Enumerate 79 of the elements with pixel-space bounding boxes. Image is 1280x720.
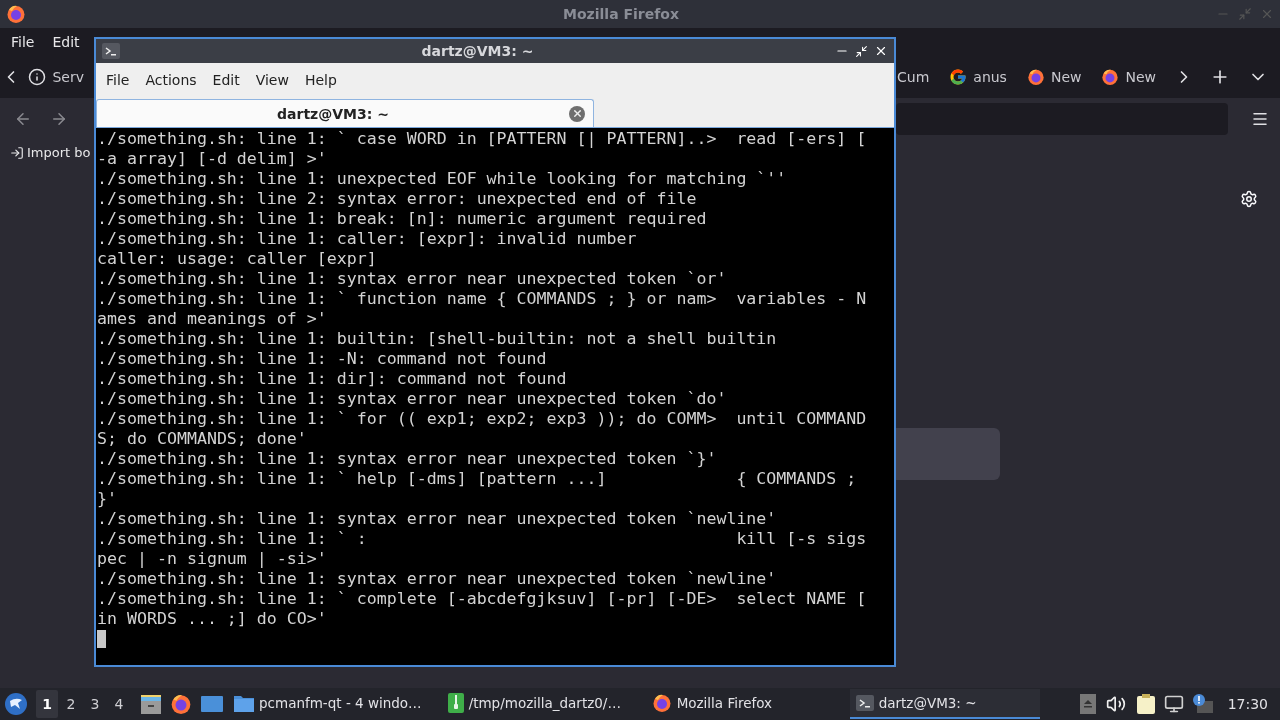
terminal-line: ./something.sh: line 1: ` case WORD in [PATTERN [| PATTERN]..> read [-ers] [ [97,129,868,149]
terminal-icon [102,42,120,60]
menu-item[interactable]: Edit [204,72,248,88]
network-icon[interactable] [1163,694,1184,714]
terminal-line: ./something.sh: line 2: syntax error: unexpected end of file [97,189,698,209]
folder-icon [234,694,254,712]
bookmark-item[interactable]: Import bo [0,145,91,160]
fox-icon [1026,67,1045,86]
forward-icon[interactable] [50,110,68,128]
terminal-line: in WORDS ... ;] do CO>' [97,609,328,629]
desktop-switch[interactable]: 4 [108,690,130,718]
update-alert-icon[interactable] [1191,693,1214,715]
fox-icon [170,693,192,715]
terminal-line: ./something.sh: line 1: break: [n]: numeric argument required [97,209,708,229]
menu-icon[interactable] [1251,110,1269,128]
menu-item[interactable]: Help [296,72,345,88]
start-menu-icon[interactable] [4,692,28,716]
back-icon[interactable] [14,110,32,128]
menu-item[interactable]: Actions [137,72,205,88]
terminal-line: ./something.sh: line 1: -N: command not found [97,349,548,369]
volume-icon[interactable] [1105,694,1126,714]
terminal-line: ./something.sh: line 1: dir]: command not found [97,369,568,389]
menu-item[interactable]: File [98,72,138,88]
terminal-line: ./something.sh: line 1: ` function name { COMMANDS ; } or nam> variables - N [97,289,868,309]
info-icon [28,67,47,86]
show-desktop-icon[interactable] [200,694,224,714]
desktop-switch[interactable]: 3 [84,690,106,718]
terminal-line: ./something.sh: line 1: ` complete [-abcdefgjksuv] [-pr] [-DE> select NAME [ [97,589,868,609]
menu-item[interactable]: Edit [43,33,89,50]
terminal-line: ./something.sh: line 1: ` for (( exp1; exp2; exp3 )); do COMM> until COMMAND [97,409,868,429]
menu-item[interactable]: File [2,33,44,50]
terminal-line: ./something.sh: line 1: syntax error near unexpected token `do' [97,389,728,409]
window-title: Mozilla Firefox [563,6,679,22]
terminal-line: caller: usage: caller [expr] [97,249,378,269]
restore-icon[interactable] [855,44,868,58]
taskbar-button[interactable]: dartz@VM3: ~ [849,689,1040,719]
terminal-line: ames and meanings of >' [97,309,328,329]
browser-tab[interactable]: New [1016,67,1092,86]
menu-item[interactable]: View [247,72,297,88]
terminal-line: pec | -n signum | -si>' [97,549,328,569]
window-title: dartz@VM3: ~ [420,43,535,59]
taskbar-button[interactable]: Mozilla Firefox [645,689,836,719]
settings-icon[interactable] [1240,190,1258,208]
terminal-line: ./something.sh: line 1: caller: [expr]: invalid number [97,229,638,249]
address-field[interactable] [896,103,1228,135]
terminal-line: ./something.sh: line 1: ` help [-dms] [pattern ...] { COMMANDS ; [97,469,858,489]
browser-tab[interactable]: anus [939,67,1017,86]
fox-icon [6,4,26,24]
terminal-line: }' [97,489,118,509]
terminal-tab[interactable]: dartz@VM3: ~ [96,99,594,127]
desktop-switch[interactable]: 2 [60,690,82,718]
clipboard-icon[interactable] [1135,693,1156,715]
terminal-line: ./something.sh: line 1: syntax error near unexpected token `or' [97,269,728,289]
eject-icon[interactable] [1079,694,1096,714]
text-cursor [97,630,106,648]
terminal-line: ./something.sh: line 1: builtin: [shell-builtin: not a shell builtin [97,329,778,349]
close-tab-icon[interactable] [569,105,585,122]
browser-tab[interactable]: Serv [22,67,94,86]
fox-icon [651,693,672,713]
terminal-line: S; do COMMANDS; done' [97,429,308,449]
import-icon [10,145,24,160]
fox-icon [1101,67,1120,86]
terminal-icon [855,694,874,712]
terminal-line: ./something.sh: line 1: syntax error near unexpected token `newline' [97,569,778,589]
terminal-line: ./something.sh: line 1: unexpected EOF while looking for matching `'' [97,169,788,189]
terminal-line: -a array] [-d delim] >' [97,149,328,169]
close-icon[interactable] [874,44,888,58]
browser-tab[interactable]: Cum [896,68,940,85]
clock[interactable]: 17:30 [1215,696,1276,712]
desktop-switch[interactable]: 1 [36,690,58,718]
terminal-line: ./something.sh: line 1: syntax error near unexpected token `}' [97,449,718,469]
archive-icon [447,693,464,713]
browser-tab[interactable]: New [1091,67,1166,86]
file-cabinet-icon[interactable] [140,693,162,715]
terminal-line: ./something.sh: line 1: ` : kill [-s sigs [97,529,868,549]
google-icon [949,67,968,86]
terminal-line: ./something.sh: line 1: syntax error near unexpected token `newline' [97,509,778,529]
taskbar-button[interactable]: /tmp/mozilla_dartz0/… [441,689,632,719]
taskbar-button[interactable]: pcmanfm-qt - 4 windo… [228,689,428,719]
